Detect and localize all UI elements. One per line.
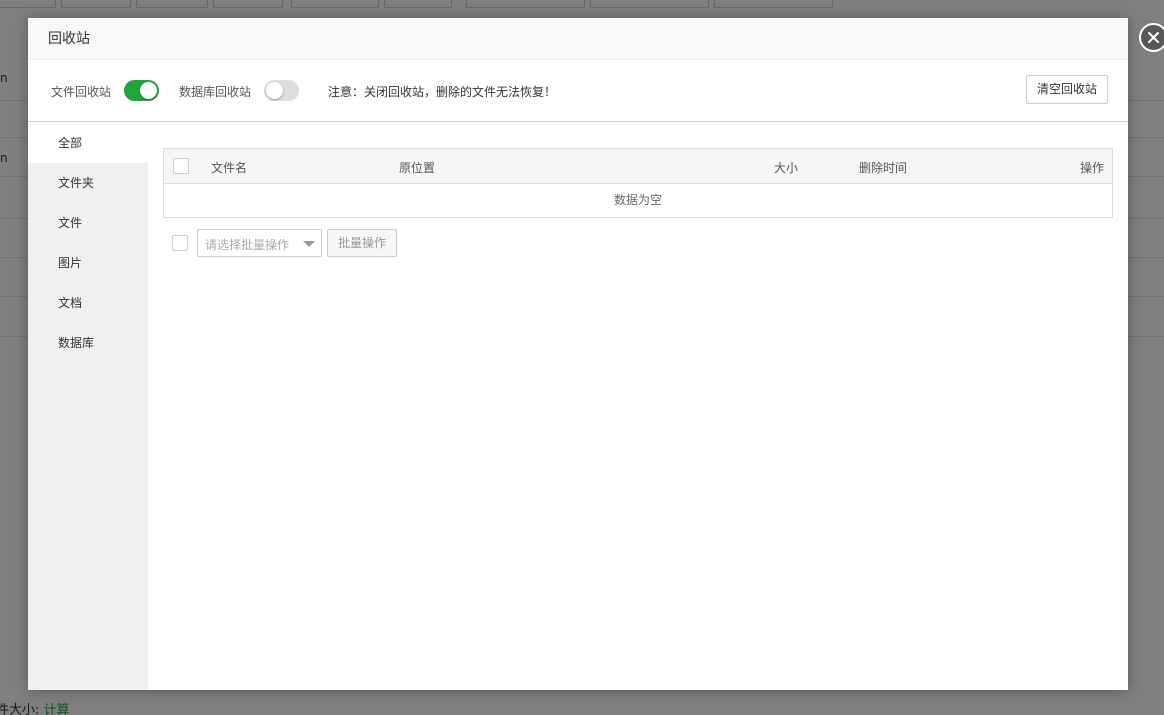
table-empty-message: 数据为空	[613, 193, 662, 207]
toggle-knob	[140, 82, 157, 99]
sidebar-item-images[interactable]: 图片	[28, 243, 148, 283]
column-size[interactable]: 大小	[774, 159, 798, 176]
sidebar-item-databases[interactable]: 数据库	[28, 323, 148, 363]
file-recycle-label: 文件回收站	[51, 85, 112, 99]
close-dialog-button[interactable]	[1139, 23, 1164, 52]
dialog-title: 回收站	[28, 18, 1128, 60]
table-header: 文件名 原位置 大小 删除时间 操作	[164, 149, 1112, 184]
batch-operation-select[interactable]: 请选择批量操作	[197, 229, 322, 257]
sidebar-item-all[interactable]: 全部	[28, 123, 148, 163]
db-recycle-label: 数据库回收站	[179, 85, 252, 99]
category-sidebar: 全部 文件夹 文件 图片 文档 数据库	[28, 123, 148, 690]
select-all-checkbox[interactable]	[173, 158, 189, 174]
file-recycle-toggle[interactable]	[124, 80, 159, 101]
toggle-knob	[266, 82, 283, 99]
recycle-bin-dialog: 回收站 文件回收站 数据库回收站 注意：关闭回收站，删除的文件无法恢复！ 清空回…	[28, 18, 1164, 690]
close-icon	[1148, 32, 1159, 43]
batch-select-checkbox[interactable]	[172, 235, 188, 251]
column-deleted-time[interactable]: 删除时间	[859, 159, 907, 176]
batch-bar: 请选择批量操作 批量操作	[163, 229, 1113, 259]
column-file-name[interactable]: 文件名	[211, 159, 247, 176]
sidebar-item-documents[interactable]: 文档	[28, 283, 148, 323]
batch-select-placeholder: 请选择批量操作	[205, 238, 290, 252]
clear-recycle-bin-button[interactable]: 清空回收站	[1026, 75, 1108, 104]
batch-operation-button[interactable]: 批量操作	[327, 229, 397, 257]
sidebar-item-files[interactable]: 文件	[28, 203, 148, 243]
recycle-table: 文件名 原位置 大小 删除时间 操作 数据为空	[163, 148, 1113, 218]
chevron-down-icon	[303, 241, 315, 247]
db-recycle-toggle[interactable]	[264, 80, 299, 101]
sidebar-item-folders[interactable]: 文件夹	[28, 163, 148, 203]
recycle-notice: 注意：关闭回收站，删除的文件无法恢复！	[328, 85, 557, 99]
column-original-location[interactable]: 原位置	[399, 159, 435, 176]
recycle-toolbar: 文件回收站 数据库回收站 注意：关闭回收站，删除的文件无法恢复！ 清空回收站	[28, 60, 1128, 122]
recycle-content: 文件名 原位置 大小 删除时间 操作 数据为空 请选择批量操作 批量操作	[163, 148, 1113, 259]
column-actions: 操作	[1080, 161, 1105, 175]
